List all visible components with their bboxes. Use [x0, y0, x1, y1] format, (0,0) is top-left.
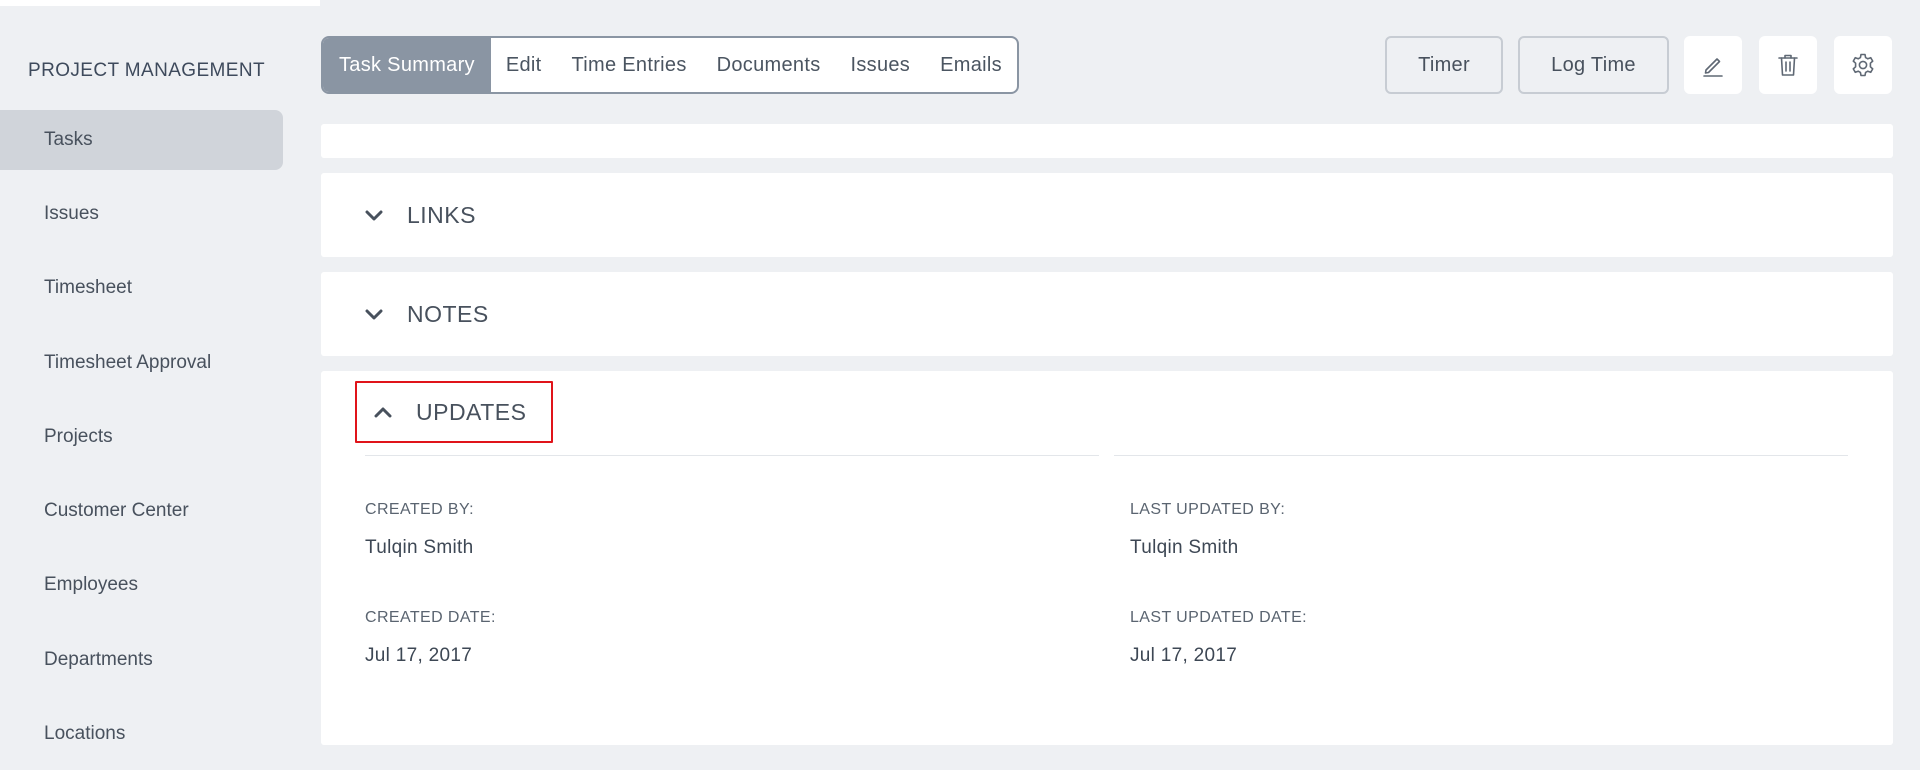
updates-section-title: UPDATES: [416, 398, 527, 425]
last-updated-date-value: Jul 17, 2017: [1130, 645, 1238, 666]
sidebar-item-issues[interactable]: Issues: [0, 184, 283, 244]
sidebar-item-tasks[interactable]: Tasks: [0, 110, 283, 170]
sidebar-item-departments[interactable]: Departments: [0, 630, 283, 690]
edit-button[interactable]: [1684, 36, 1742, 94]
tab-time-entries[interactable]: Time Entries: [557, 38, 702, 92]
links-section-header[interactable]: LINKS: [361, 202, 476, 229]
chevron-down-icon: [365, 210, 383, 220]
delete-button[interactable]: [1759, 36, 1817, 94]
tab-edit[interactable]: Edit: [491, 38, 557, 92]
divider-right: [1114, 455, 1848, 456]
tab-documents[interactable]: Documents: [702, 38, 836, 92]
last-updated-by-label: LAST UPDATED BY:: [1130, 501, 1286, 518]
settings-button[interactable]: [1834, 36, 1892, 94]
sidebar-item-employees[interactable]: Employees: [0, 555, 283, 615]
previous-section-panel: [321, 124, 1893, 158]
gear-icon: [1852, 53, 1874, 77]
notes-section-title: NOTES: [407, 301, 489, 327]
sidebar-heading: PROJECT MANAGEMENT: [28, 60, 265, 81]
sidebar-item-customer-center[interactable]: Customer Center: [0, 481, 283, 541]
created-date-label: CREATED DATE:: [365, 609, 496, 626]
sidebar: PROJECT MANAGEMENT Tasks Issues Timeshee…: [0, 0, 300, 770]
sidebar-item-timesheet-approval[interactable]: Timesheet Approval: [0, 333, 283, 393]
last-updated-by-value: Tulqin Smith: [1130, 537, 1239, 558]
last-updated-date-label: LAST UPDATED DATE:: [1130, 609, 1308, 626]
notes-section: NOTES: [321, 272, 1893, 356]
notes-section-header[interactable]: NOTES: [361, 301, 489, 328]
created-date-value: Jul 17, 2017: [365, 645, 473, 666]
chevron-up-icon: [374, 407, 392, 418]
created-by-label: CREATED BY:: [365, 501, 475, 518]
tab-issues[interactable]: Issues: [836, 38, 926, 92]
sidebar-item-projects[interactable]: Projects: [0, 407, 283, 467]
trash-icon: [1778, 54, 1798, 76]
updates-section-header[interactable]: UPDATES: [355, 381, 553, 443]
chevron-down-icon: [365, 309, 383, 319]
tab-task-summary[interactable]: Task Summary: [323, 38, 491, 92]
divider-left: [365, 455, 1099, 456]
links-section-title: LINKS: [407, 202, 476, 228]
links-section: LINKS: [321, 173, 1893, 257]
updates-section: UPDATES CREATED BY: Tulqin Smith CREATED…: [321, 371, 1893, 745]
tab-bar: Task Summary Edit Time Entries Documents…: [321, 36, 1019, 94]
pencil-icon: [1703, 58, 1723, 77]
tab-emails[interactable]: Emails: [925, 38, 1017, 92]
sidebar-item-locations[interactable]: Locations: [0, 704, 283, 764]
log-time-button[interactable]: Log Time: [1518, 36, 1669, 94]
created-by-value: Tulqin Smith: [365, 537, 474, 558]
timer-button[interactable]: Timer: [1385, 36, 1503, 94]
sidebar-item-timesheet[interactable]: Timesheet: [0, 258, 283, 318]
